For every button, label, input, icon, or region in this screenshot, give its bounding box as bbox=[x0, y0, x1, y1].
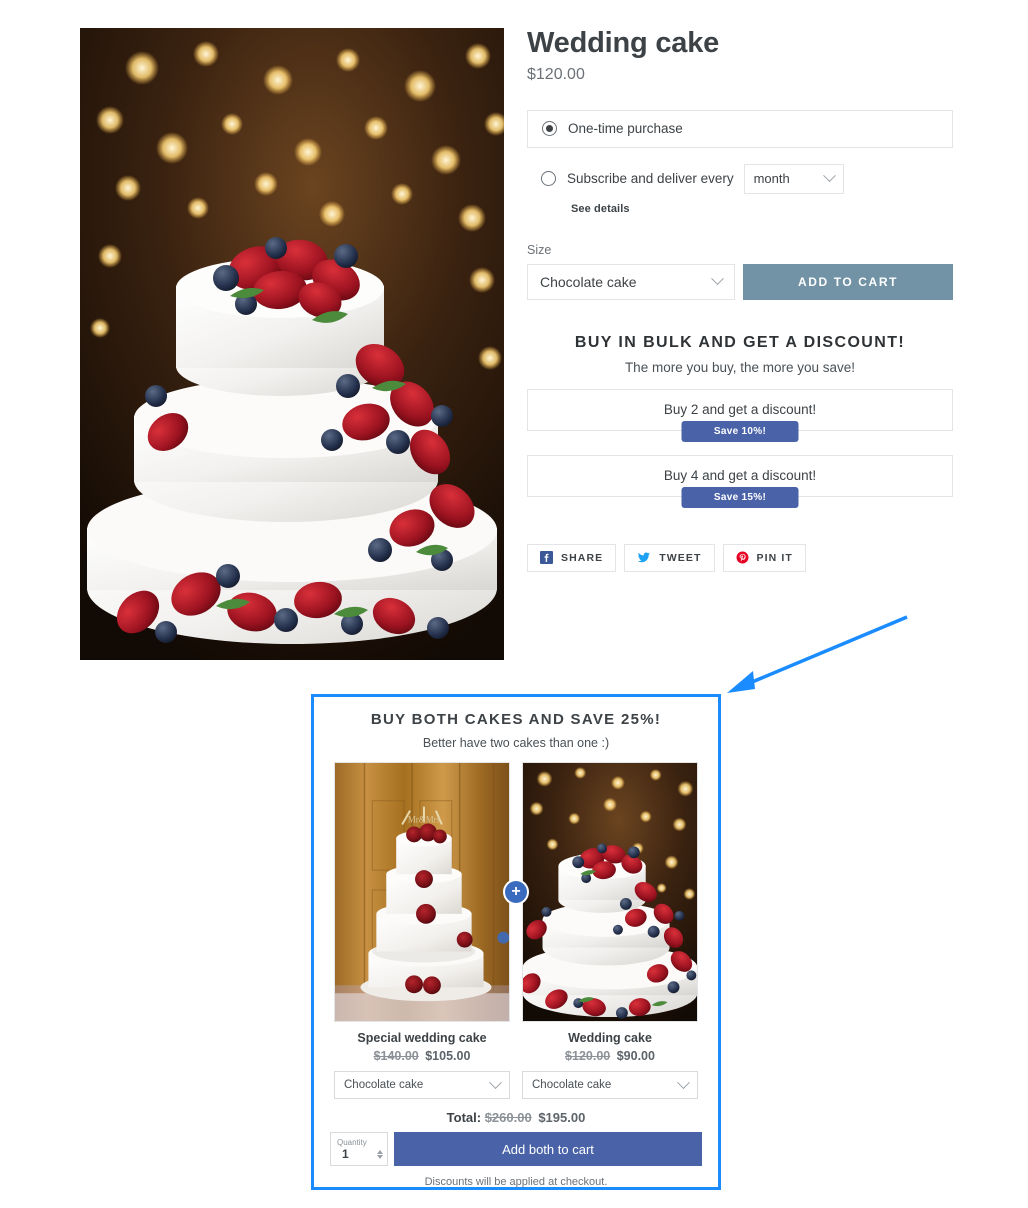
bulk-discount-section: BUY IN BULK AND GET A DISCOUNT! The more… bbox=[527, 333, 953, 508]
bundle-item-2-variant-select[interactable]: Chocolate cake bbox=[522, 1071, 698, 1099]
bundle-item-2-price-new: $90.00 bbox=[616, 1049, 655, 1063]
add-both-to-cart-button[interactable]: Add both to cart bbox=[394, 1132, 702, 1166]
bundle-offer-box: BUY BOTH CAKES AND SAVE 25%! Better have… bbox=[311, 694, 721, 1190]
share-twitter-button[interactable]: TWEET bbox=[624, 543, 715, 572]
subscribe-label: Subscribe and deliver every bbox=[567, 171, 734, 187]
bundle-total-old: $260.00 bbox=[484, 1110, 532, 1125]
product-price: $120.00 bbox=[527, 65, 585, 83]
bundle-item-1-image[interactable]: Mr&Mrs bbox=[334, 762, 510, 1022]
share-pinterest-button[interactable]: PIN IT bbox=[722, 543, 806, 572]
berry-cake-illustration bbox=[80, 28, 504, 660]
bundle-item-2: Wedding cake $120.00 $90.00 Chocolate ca… bbox=[522, 762, 698, 1099]
one-time-purchase-option[interactable]: One-time purchase bbox=[527, 109, 953, 148]
subscribe-interval-select[interactable]: month bbox=[743, 163, 844, 194]
annotation-arrow bbox=[727, 615, 908, 693]
bundle-discount-note: Discounts will be applied at checkout. bbox=[424, 1176, 608, 1188]
buy-row: Chocolate cake ADD TO CART bbox=[527, 263, 953, 300]
product-page: Wedding cake $120.00 One-time purchase S… bbox=[0, 0, 1028, 1208]
bundle-item-1-price-old: $140.00 bbox=[373, 1049, 419, 1063]
radio-subscribe-icon[interactable] bbox=[541, 171, 556, 187]
quantity-inner: 1 bbox=[337, 1147, 383, 1161]
share-facebook-label: SHARE bbox=[561, 551, 604, 564]
bulk-tier-1-badge: Save 10%! bbox=[681, 420, 799, 442]
social-share-row: SHARE TWEET PIN IT bbox=[527, 543, 953, 572]
bundle-buy-row: Quantity 1 Add both to cart bbox=[330, 1132, 702, 1166]
see-details-link[interactable]: See details bbox=[571, 203, 953, 215]
share-twitter-label: TWEET bbox=[659, 551, 702, 564]
chevron-down-icon bbox=[822, 169, 836, 183]
bundle-total-new: $195.00 bbox=[538, 1110, 586, 1125]
bundle-item-2-image[interactable] bbox=[522, 762, 698, 1022]
bundle-item-1-variant-select[interactable]: Chocolate cake bbox=[334, 1071, 510, 1099]
bundle-subtitle: Better have two cakes than one :) bbox=[422, 736, 610, 750]
bulk-tier-1-label: Buy 2 and get a discount! bbox=[663, 402, 817, 418]
bundle-item-2-price-old: $120.00 bbox=[565, 1049, 611, 1063]
bundle-item-2-prices: $120.00 $90.00 bbox=[522, 1049, 698, 1063]
chevron-down-icon bbox=[711, 272, 724, 286]
bulk-tier-2-label: Buy 4 and get a discount! bbox=[663, 468, 817, 484]
bundle-item-2-variant-value: Chocolate cake bbox=[532, 1079, 612, 1091]
bundle-item-2-name: Wedding cake bbox=[568, 1031, 652, 1045]
bundle-item-1: Mr&Mrs Special wedding cake $140.00 $105… bbox=[334, 762, 510, 1099]
size-select-value: Chocolate cake bbox=[540, 273, 637, 290]
add-to-cart-button[interactable]: ADD TO CART bbox=[743, 263, 953, 300]
facebook-icon bbox=[540, 551, 553, 565]
subscribe-option[interactable]: Subscribe and deliver every month bbox=[527, 163, 953, 194]
plus-icon: + bbox=[505, 881, 527, 903]
spinner-up-icon[interactable] bbox=[377, 1149, 383, 1154]
chevron-down-icon bbox=[677, 1075, 690, 1089]
quantity-value[interactable]: 1 bbox=[337, 1147, 349, 1161]
one-time-purchase-label: One-time purchase bbox=[568, 121, 683, 137]
radio-one-time-icon[interactable] bbox=[542, 121, 557, 137]
size-select[interactable]: Chocolate cake bbox=[527, 263, 735, 300]
product-main-image[interactable] bbox=[80, 28, 504, 660]
quantity-label: Quantity bbox=[337, 1138, 367, 1147]
bundle-item-1-prices: $140.00 $105.00 bbox=[334, 1049, 510, 1063]
pinterest-icon bbox=[736, 551, 748, 564]
chevron-down-icon bbox=[489, 1075, 502, 1089]
bulk-tier-2[interactable]: Buy 4 and get a discount! Save 15%! bbox=[527, 454, 953, 508]
size-label: Size bbox=[527, 242, 552, 257]
bundle-total: Total: $260.00 $195.00 bbox=[330, 1110, 702, 1125]
bundle-item-1-price-new: $105.00 bbox=[425, 1049, 471, 1063]
spinner-down-icon[interactable] bbox=[377, 1154, 383, 1159]
quantity-spinner-icon[interactable] bbox=[377, 1149, 383, 1159]
bundle-item-1-variant-value: Chocolate cake bbox=[344, 1079, 424, 1091]
share-pinterest-label: PIN IT bbox=[756, 551, 793, 564]
bulk-title: BUY IN BULK AND GET A DISCOUNT! bbox=[574, 333, 906, 351]
bundle-item-1-name: Special wedding cake bbox=[357, 1031, 487, 1045]
product-detail-column: Wedding cake $120.00 One-time purchase S… bbox=[527, 27, 953, 572]
bundle-total-label: Total: bbox=[446, 1110, 482, 1125]
share-facebook-button[interactable]: SHARE bbox=[527, 543, 617, 572]
subscribe-interval-value: month bbox=[753, 171, 790, 187]
bundle-title: BUY BOTH CAKES AND SAVE 25%! bbox=[370, 711, 662, 728]
purchase-options-group: One-time purchase Subscribe and deliver … bbox=[527, 109, 953, 215]
berry-cake-illustration-small bbox=[523, 763, 697, 1021]
quantity-stepper[interactable]: Quantity 1 bbox=[330, 1132, 388, 1166]
bundle-items: Mr&Mrs Special wedding cake $140.00 $105… bbox=[330, 762, 702, 1099]
svg-text:Mr&Mrs: Mr&Mrs bbox=[408, 815, 441, 825]
bulk-subtitle: The more you buy, the more you save! bbox=[624, 359, 856, 375]
page-title: Wedding cake bbox=[527, 27, 720, 59]
twitter-icon bbox=[638, 552, 651, 563]
bulk-tier-1[interactable]: Buy 2 and get a discount! Save 10%! bbox=[527, 388, 953, 442]
bulk-tier-2-badge: Save 15%! bbox=[681, 486, 799, 508]
rose-cake-illustration: Mr&Mrs bbox=[335, 763, 509, 1021]
